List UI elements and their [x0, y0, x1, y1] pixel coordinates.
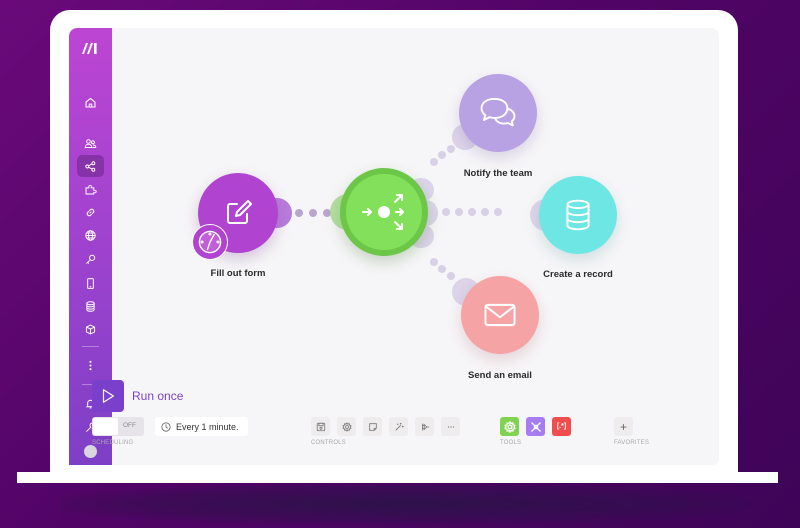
controls-group-label: CONTROLS: [311, 440, 346, 446]
control-settings[interactable]: [337, 417, 356, 436]
laptop-shadow: [60, 484, 750, 524]
toggle-knob: [93, 418, 118, 435]
sidebar-divider: [82, 346, 99, 347]
sidebar-item-team[interactable]: [77, 132, 104, 154]
node-send-an-email[interactable]: [461, 276, 539, 354]
sidebar-item-connections[interactable]: [77, 201, 104, 223]
home-icon: [85, 97, 96, 107]
scheduling-group-label: SCHEDULING: [92, 440, 134, 446]
globe-icon: [85, 229, 96, 241]
note-icon: [368, 422, 377, 431]
sidebar-item-data-structures[interactable]: [77, 318, 104, 340]
control-more[interactable]: [441, 417, 460, 436]
node-label: Send an email: [468, 370, 532, 381]
save-icon: [316, 422, 325, 431]
node-create-a-record[interactable]: [539, 176, 617, 254]
avatar[interactable]: [84, 445, 97, 458]
connection-dot: [447, 145, 455, 153]
connection-dot: [447, 272, 455, 280]
database-icon: [566, 199, 590, 231]
schedule-interval[interactable]: Every 1 minute.: [155, 417, 248, 436]
control-explain-flow[interactable]: [415, 417, 434, 436]
connection-dot: [442, 208, 450, 216]
tool-tools[interactable]: [526, 417, 545, 436]
tools-group-label: TOOLS: [500, 440, 522, 446]
connection-dot: [430, 158, 438, 166]
gear-icon: [341, 421, 352, 432]
connection-dot: [295, 209, 303, 217]
sidebar-item-home[interactable]: [77, 91, 104, 113]
connection-dot: [481, 208, 489, 216]
mobile-icon: [87, 277, 94, 289]
node-label: Create a record: [543, 269, 613, 280]
brackets-icon: [.*]: [556, 423, 567, 430]
clock-icon: [161, 421, 171, 432]
app-window: Fill out form Notify the team Create a r…: [69, 28, 719, 465]
key-icon: [86, 254, 96, 264]
users-icon: [84, 138, 97, 148]
router-icon: [362, 194, 404, 230]
sidebar-item-devices[interactable]: [77, 272, 104, 294]
plus-icon: +: [619, 419, 627, 434]
clock-icon: [198, 230, 222, 254]
sidebar-item-more[interactable]: [77, 354, 104, 376]
sidebar-item-data-stores[interactable]: [77, 295, 104, 317]
tool-text-parser[interactable]: [.*]: [552, 417, 571, 436]
run-once-label[interactable]: Run once: [132, 389, 183, 403]
schedule-interval-text: Every 1 minute.: [176, 421, 239, 432]
node-notify-the-team[interactable]: [459, 74, 537, 152]
connection-dot: [438, 265, 446, 273]
node-label: Fill out form: [210, 268, 266, 279]
connection-dot: [494, 208, 502, 216]
gear-icon: [503, 420, 516, 433]
form-edit-icon: [227, 200, 252, 224]
add-favorite-button[interactable]: +: [614, 417, 633, 436]
sidebar-item-webhooks[interactable]: [77, 224, 104, 246]
flow-icon: [421, 422, 429, 431]
more-vertical-icon: [89, 360, 92, 370]
tool-flow-control[interactable]: [500, 417, 519, 436]
run-once-button[interactable]: [92, 380, 124, 412]
connection-dot: [468, 208, 476, 216]
schedule-badge[interactable]: [192, 224, 228, 260]
favorites-group-label: FAVORITES: [614, 440, 650, 446]
connection-dot: [455, 208, 463, 216]
connection-dot: [438, 151, 446, 159]
scenario-canvas[interactable]: Fill out form Notify the team Create a r…: [92, 28, 719, 465]
connection-dot: [309, 209, 317, 217]
link-icon: [86, 208, 95, 216]
chat-bubbles-icon: [480, 97, 516, 127]
database-icon: [86, 300, 95, 312]
control-save[interactable]: [311, 417, 330, 436]
tools-icon: [530, 421, 541, 432]
cube-icon: [85, 323, 96, 335]
sidebar-item-scenarios[interactable]: [77, 155, 104, 177]
toggle-state: OFF: [123, 422, 136, 429]
puzzle-icon: [85, 184, 97, 194]
make-logo[interactable]: [80, 40, 100, 56]
share-nodes-icon: [85, 160, 96, 172]
control-auto-align[interactable]: [389, 417, 408, 436]
magic-wand-icon: [394, 422, 404, 431]
play-icon: [102, 389, 114, 403]
connection-dot: [430, 258, 438, 266]
node-router[interactable]: [340, 168, 428, 256]
sidebar-item-templates[interactable]: [77, 178, 104, 200]
laptop-base: [17, 472, 778, 483]
control-notes[interactable]: [363, 417, 382, 436]
more-horizontal-icon: [447, 425, 454, 428]
sidebar-item-keys[interactable]: [77, 248, 104, 270]
node-label: Notify the team: [463, 168, 533, 179]
scheduling-toggle[interactable]: OFF: [92, 417, 144, 436]
envelope-icon: [484, 303, 516, 327]
